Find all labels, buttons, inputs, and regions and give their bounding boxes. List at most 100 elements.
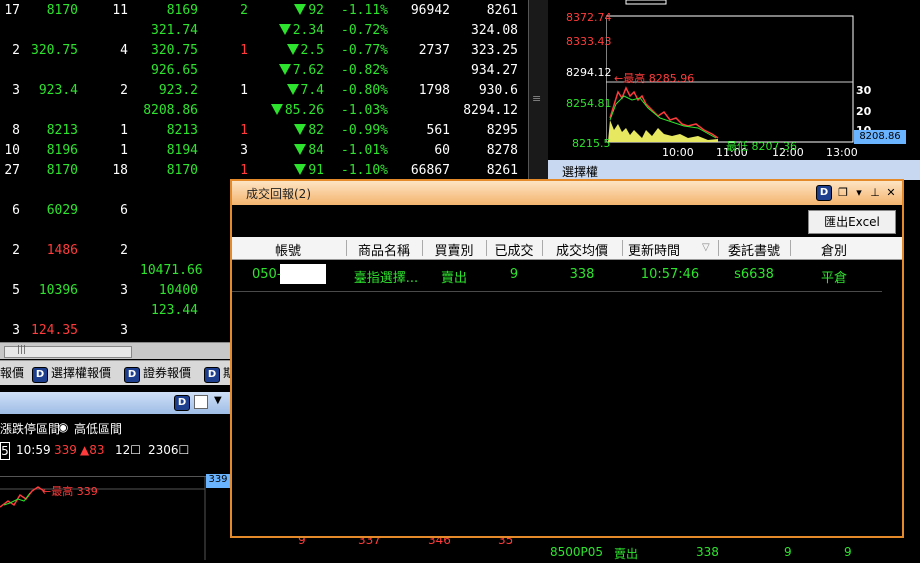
horizontal-scrollbar[interactable]: |||: [0, 342, 230, 359]
quote-cell-c1: 2: [12, 243, 20, 258]
quote-cell-c3: 4: [120, 43, 128, 58]
quote-cell-c1: 3: [12, 323, 20, 338]
window-icon[interactable]: [194, 395, 208, 409]
col-account[interactable]: 帳號: [232, 240, 344, 259]
cell-order-no: s6638: [734, 267, 774, 282]
vol-label-2: 20: [856, 105, 872, 118]
d-logo-icon: D: [32, 367, 48, 383]
quote-cell-c5: 1: [240, 123, 248, 138]
quote-row[interactable]: 8 8213 1 8213 1 82 -0.99% 561 8295: [0, 121, 528, 141]
down-triangle-icon: [270, 104, 283, 115]
radio-button-icon[interactable]: ◉: [58, 420, 68, 434]
d-logo-icon[interactable]: D: [174, 395, 190, 411]
col-position[interactable]: 倉別: [790, 240, 878, 259]
quote-row[interactable]: 2 320.75 4 320.75 1 2.5 -0.77% 2737 323.25: [0, 41, 528, 61]
quote-cell-c9: 8261: [486, 3, 518, 18]
window-icon[interactable]: ❐: [836, 186, 850, 200]
dropdown-arrow-icon[interactable]: ▾: [852, 186, 866, 200]
quote-cell-c8: 1798: [418, 83, 450, 98]
quote-cell-c3: 2: [120, 83, 128, 98]
quote-cell-c9: 934.27: [471, 63, 518, 78]
y-label-2: 8333.43: [566, 35, 612, 48]
price-label: 339: [54, 443, 77, 457]
col-filled[interactable]: 已成交: [486, 240, 542, 259]
close-icon[interactable]: ✕: [884, 186, 898, 200]
down-triangle-icon: [278, 64, 291, 75]
d-logo-icon[interactable]: D: [816, 185, 832, 201]
quote-cell-c3: 1: [120, 123, 128, 138]
value-box[interactable]: 5: [0, 442, 10, 460]
radio-limit-label[interactable]: 漲跌停區間: [0, 420, 60, 437]
quote-cell-c9: 8295: [486, 123, 518, 138]
quote-cell-c8: 60: [434, 143, 450, 158]
quote-cell-c7: -1.10%: [341, 163, 388, 178]
strip-right-cell: 9: [784, 545, 792, 559]
quote-cell-c4: 123.44: [151, 303, 198, 318]
quote-cell-c2: 923.4: [38, 83, 78, 98]
quote-cell-c2: 124.35: [31, 323, 78, 338]
quote-row[interactable]: 321.74 2.34 -0.72% 324.08: [0, 21, 528, 41]
quote-cell-c5: 2: [240, 3, 248, 18]
col-side[interactable]: 買賣別: [422, 240, 486, 259]
quote-cell-c9: 930.6: [478, 83, 518, 98]
col-order-no[interactable]: 委託書號: [718, 240, 790, 259]
bottom-quote-strip: 9 337 346 35 8500P05 賣出 338 9 9: [262, 533, 920, 561]
quote-cell-c8: 66867: [410, 163, 450, 178]
quote-row[interactable]: 926.65 7.62 -0.82% 934.27: [0, 61, 528, 81]
quote-cell-c2: 8170: [46, 163, 78, 178]
tab-2[interactable]: D 證券報價: [124, 364, 191, 383]
quote-cell-c8: 561: [426, 123, 450, 138]
option-chart-svg: [0, 477, 206, 560]
quote-cell-c9: 323.25: [471, 43, 518, 58]
quote-row[interactable]: 10 8196 1 8194 3 84 -1.01% 60 8278: [0, 141, 528, 161]
col-product[interactable]: 商品名稱: [346, 240, 422, 259]
quote-cell-c1: 10: [4, 143, 20, 158]
low-note: 最低 8207.36: [726, 140, 797, 153]
quote-cell-c2: 10396: [38, 283, 78, 298]
dialog-toolbar: 匯出Excel: [232, 205, 902, 237]
option-price-chart: ←最高 339 339: [0, 474, 230, 560]
pin-icon[interactable]: ⊥: [868, 186, 882, 200]
quote-cell-c1: 8: [12, 123, 20, 138]
quote-cell-c4: 320.75: [151, 43, 198, 58]
high-note: ←最高 8285.96: [614, 72, 695, 85]
tab-1[interactable]: D 選擇權報價: [32, 364, 111, 383]
quote-cell-c3: 3: [120, 323, 128, 338]
col-avg-price[interactable]: 成交均價: [542, 240, 622, 259]
table-row[interactable]: 050- 臺指選擇... 賣出 9 338 10:57:46 s6638 平倉: [232, 259, 882, 292]
quote-cell-c7: -1.11%: [341, 3, 388, 18]
quote-row[interactable]: 8208.86 85.26 -1.03% 8294.12: [0, 101, 528, 121]
scroll-thumb[interactable]: |||: [4, 345, 132, 358]
quote-cell-c7: -0.77%: [341, 43, 388, 58]
cell-side: 賣出: [440, 271, 467, 286]
option-panel-header: D ▼: [0, 392, 230, 414]
sort-arrow-icon[interactable]: ▽: [702, 242, 710, 253]
quote-cell-c6: 2.5: [262, 41, 324, 61]
quote-row[interactable]: 3 923.4 2 923.2 1 7.4 -0.80% 1798 930.6: [0, 81, 528, 101]
export-excel-button[interactable]: 匯出Excel: [808, 210, 896, 234]
radio-highlow-label[interactable]: 高低區間: [74, 420, 122, 437]
quote-cell-c6: 2.34: [262, 21, 324, 41]
down-triangle-icon: [294, 4, 307, 15]
quote-cell-c6: 7.4: [262, 81, 324, 101]
quote-row[interactable]: 27 8170 18 8170 1 91 -1.10% 66867 8261: [0, 161, 528, 181]
quote-cell-c5: 3: [240, 143, 248, 158]
quote-cell-c9: 8294.12: [463, 103, 518, 118]
down-triangle-icon: [294, 144, 307, 155]
quote-row[interactable]: 17 8170 11 8169 2 92 -1.11% 96942 8261: [0, 1, 528, 21]
splitter-grip-icon[interactable]: ≡: [532, 92, 541, 105]
strip-right-cell: 9: [844, 545, 852, 559]
quote-cell-c6: 91: [262, 161, 324, 181]
dropdown-arrow-icon[interactable]: ▼: [214, 395, 222, 406]
quote-cell-c4: 8170: [166, 163, 198, 178]
index-intraday-chart: 8372.74 8333.43 8294.12 8254.81 8215.5 1…: [548, 0, 920, 160]
dialog-title-bar[interactable]: 成交回報(2) D ❐ ▾ ⊥ ✕: [232, 181, 902, 205]
quote-cell-c3: 18: [112, 163, 128, 178]
quote-cell-c7: -0.72%: [341, 23, 388, 38]
col-update-time[interactable]: 更新時間: [622, 240, 686, 259]
down-triangle-icon: [286, 84, 299, 95]
strip-right-cell: 8500P05: [550, 545, 604, 559]
quote-cell-c1: 17: [4, 3, 20, 18]
tab-0[interactable]: 報價: [0, 364, 24, 382]
quote-cell-c8: 2737: [418, 43, 450, 58]
